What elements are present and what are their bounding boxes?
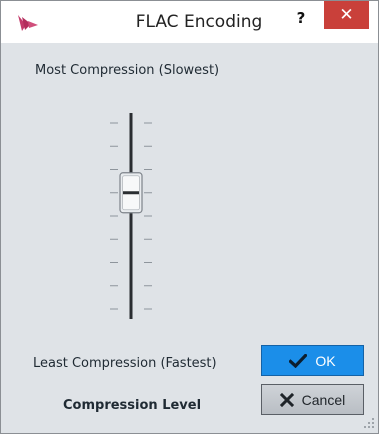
ok-label: OK bbox=[315, 352, 336, 369]
help-button[interactable]: ? bbox=[290, 7, 312, 29]
most-compression-label: Most Compression (Slowest) bbox=[35, 63, 220, 78]
compression-level-label: Compression Level bbox=[63, 398, 202, 413]
cancel-button[interactable]: Cancel bbox=[261, 384, 364, 415]
app-logo-icon bbox=[18, 15, 38, 31]
window-title: FLAC Encoding bbox=[135, 12, 263, 32]
least-compression-label: Least Compression (Fastest) bbox=[33, 356, 217, 371]
x-icon bbox=[279, 393, 294, 408]
slider-thumb[interactable] bbox=[119, 172, 143, 214]
ok-button[interactable]: OK bbox=[261, 345, 364, 376]
check-icon bbox=[289, 354, 308, 369]
close-button[interactable]: ✕ bbox=[324, 1, 369, 29]
compression-slider[interactable] bbox=[101, 113, 161, 319]
resize-grip-icon[interactable] bbox=[361, 415, 375, 429]
title-bar[interactable]: FLAC Encoding ? ✕ bbox=[1, 1, 378, 43]
flac-encoding-dialog: FLAC Encoding ? ✕ Most Compression (Slow… bbox=[0, 0, 379, 434]
slider-track bbox=[129, 113, 133, 319]
cancel-label: Cancel bbox=[301, 391, 346, 408]
